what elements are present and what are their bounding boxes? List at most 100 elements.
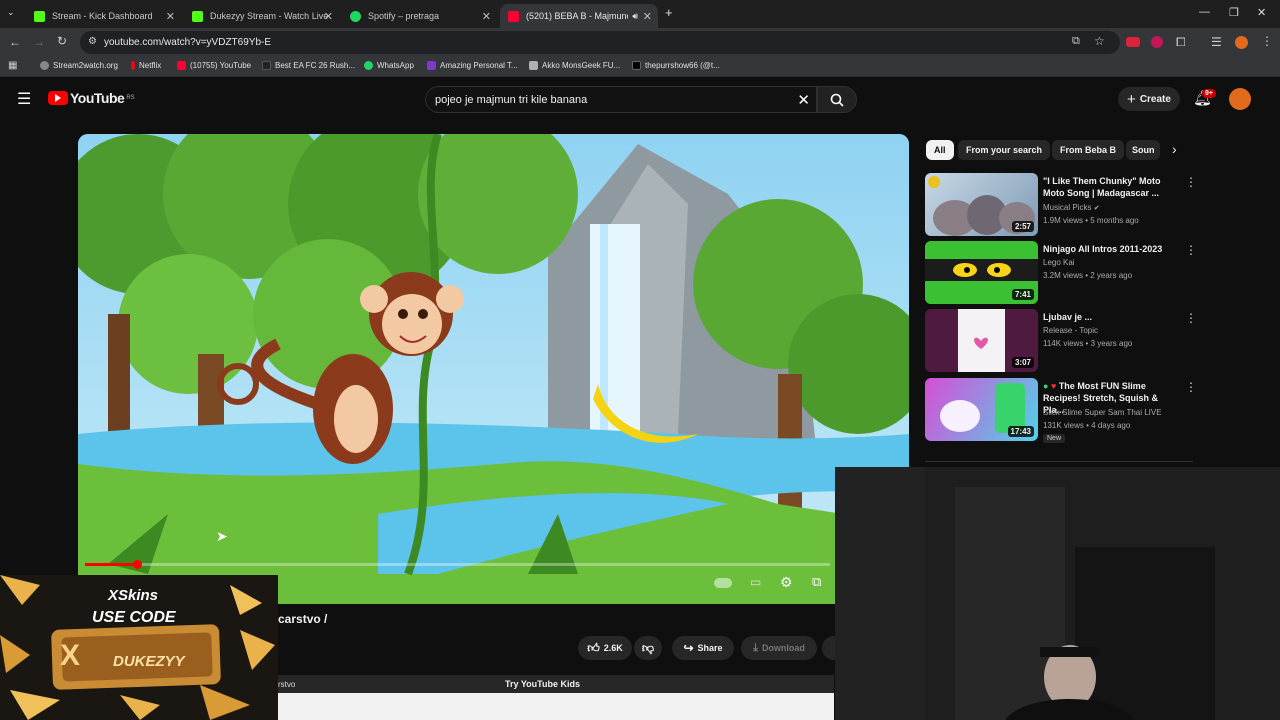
bookmark-item[interactable]: (10755) YouTube	[177, 61, 251, 70]
close-icon[interactable]: ✕	[482, 10, 491, 23]
adblock-icon[interactable]	[1126, 37, 1140, 47]
profile-avatar[interactable]	[1235, 36, 1248, 49]
browser-tab[interactable]: Dukezyy Stream - Watch Live o ✕	[184, 4, 339, 28]
description-box[interactable]: rstvo Try YouTube Kids	[278, 675, 834, 693]
channel-name[interactable]: Slick Slime Super Sam Thai LIVE	[1043, 408, 1162, 417]
video-progress-bar[interactable]	[85, 560, 830, 569]
recommendation-item[interactable]: 17:43 ● ♥ The Most FUN Slime Recipes! St…	[925, 378, 1200, 443]
bookmark-star-icon[interactable]: ☆	[1094, 34, 1105, 48]
new-tab-icon[interactable]: +	[665, 5, 673, 20]
account-avatar[interactable]	[1229, 88, 1251, 110]
tab-title: Dukezyy Stream - Watch Live o	[210, 11, 330, 21]
more-options-icon[interactable]: ⋮	[1185, 311, 1197, 325]
channel-name[interactable]: Release - Topic	[1043, 326, 1098, 335]
bookmark-item[interactable]: Akko MonsGeek FU...	[529, 61, 620, 70]
more-options-icon[interactable]: ⋮	[1185, 380, 1197, 394]
tab-search-icon[interactable]: ⌄	[7, 7, 15, 18]
chip-label: All	[934, 145, 946, 155]
bookmark-label: Netflix	[139, 61, 162, 70]
youtube-logo[interactable]: YouTube RS	[48, 90, 135, 106]
download-button[interactable]: ⤓ Download	[741, 636, 817, 660]
channel-name[interactable]: Lego Kai	[1043, 258, 1075, 267]
forward-icon[interactable]: →	[33, 35, 45, 49]
bookmark-item[interactable]: Stream2watch.org	[40, 61, 118, 70]
download-label: Download	[761, 643, 805, 653]
use-code-text: USE CODE	[92, 609, 176, 626]
bookmark-item[interactable]: Amazing Personal T...	[427, 61, 518, 70]
chevron-right-icon[interactable]: ›	[1172, 141, 1177, 157]
youtube-icon	[508, 10, 519, 22]
reload-icon[interactable]: ↻	[57, 34, 67, 48]
install-icon[interactable]: ⧉	[1072, 35, 1080, 48]
captions-icon[interactable]: ▭	[750, 575, 761, 589]
bookmark-label: Stream2watch.org	[53, 61, 118, 70]
extension-icon[interactable]	[1151, 36, 1163, 48]
channel-name[interactable]: Musical Picks ✔	[1043, 203, 1100, 212]
verified-icon: ✔	[1093, 205, 1100, 212]
duration-badge: 17:43	[1007, 426, 1034, 437]
youtube-kids-link[interactable]: Try YouTube Kids	[505, 679, 580, 689]
minimize-icon[interactable]: —	[1199, 6, 1210, 18]
speaker-icon[interactable]: 🔊︎	[632, 11, 638, 22]
chip-label: Soun	[1132, 145, 1155, 155]
video-title[interactable]: Ninjago All Intros 2011-2023	[1043, 243, 1178, 255]
create-button[interactable]: + Create	[1118, 87, 1180, 111]
recommendation-item[interactable]: 7:41 Ninjago All Intros 2011-2023 Lego K…	[925, 241, 1200, 305]
recommendation-item[interactable]: 2:57 "I Like Them Chunky" Moto Moto Song…	[925, 173, 1200, 237]
browser-tab-active[interactable]: (5201) BEBA B - Majmunce 🔊︎ ✕	[500, 4, 658, 28]
share-label: Share	[697, 643, 723, 653]
settings-gear-icon[interactable]: ⚙	[780, 574, 793, 591]
recommendation-item[interactable]: 3:07 Ljubav je ... Release - Topic 114K …	[925, 309, 1200, 373]
more-options-icon[interactable]: ⋮	[1185, 243, 1197, 257]
miniplayer-icon[interactable]: ⧉	[812, 574, 821, 590]
chip-from-beba-b[interactable]: From Beba B	[1052, 140, 1125, 160]
bookmark-label: Akko MonsGeek FU...	[542, 61, 621, 70]
browser-tab[interactable]: Stream - Kick Dashboard ✕	[26, 4, 181, 28]
browser-tab[interactable]: Spotify – pretraga ✕	[342, 4, 497, 28]
video-thumbnail[interactable]: 3:07	[925, 309, 1038, 372]
more-options-icon[interactable]: ⋮	[1185, 175, 1197, 189]
address-bar[interactable]: ⚙ youtube.com/watch?v=yVDZT69Yb-E ⧉ ☆	[80, 31, 1120, 54]
bookmark-item[interactable]: Netflix	[131, 61, 161, 70]
chrome-menu-icon[interactable]: ⋮	[1261, 34, 1273, 48]
close-icon[interactable]: ✕	[643, 10, 652, 23]
duration-badge: 2:57	[1011, 221, 1034, 232]
chip-all[interactable]: All	[926, 140, 954, 160]
video-title[interactable]: Ljubav je ...	[1043, 311, 1178, 323]
close-icon[interactable]: ✕	[166, 10, 175, 23]
kick-icon	[34, 10, 45, 22]
media-control-icon[interactable]: ☰	[1211, 35, 1222, 49]
video-frame-illustration	[78, 134, 909, 604]
video-thumbnail[interactable]: 2:57	[925, 173, 1038, 236]
more-actions-button[interactable]	[822, 636, 835, 660]
apps-grid-icon[interactable]: ▦	[8, 60, 17, 71]
autoplay-toggle[interactable]	[714, 578, 732, 588]
bookmark-label: WhatsApp	[377, 61, 414, 70]
video-player[interactable]: ▭ ⚙ ⧉	[78, 134, 909, 604]
chip-from-your-search[interactable]: From your search	[958, 140, 1051, 160]
clear-search-icon[interactable]: ✕	[797, 91, 810, 109]
bookmark-label: Amazing Personal T...	[440, 61, 518, 70]
close-icon[interactable]: ✕	[324, 10, 333, 23]
site-info-icon[interactable]: ⚙	[88, 36, 97, 47]
bookmark-item[interactable]: Best EA FC 26 Rush...	[262, 61, 355, 70]
search-button[interactable]	[817, 86, 857, 113]
bookmark-item[interactable]: WhatsApp	[364, 61, 414, 70]
close-window-icon[interactable]: ✕	[1257, 6, 1266, 19]
menu-icon[interactable]: ☰	[17, 89, 31, 109]
bookmark-item[interactable]: thepurrshow66 (@t...	[632, 61, 720, 70]
extensions-puzzle-icon[interactable]: ⧠	[1176, 35, 1186, 50]
restore-icon[interactable]: ❐	[1229, 6, 1239, 19]
like-button[interactable]: 👍︎ 2.6K	[578, 636, 632, 660]
video-title[interactable]: "I Like Them Chunky" Moto Moto Song | Ma…	[1043, 175, 1178, 199]
globe-icon	[40, 61, 49, 70]
search-input[interactable]: pojeo je majmun tri kile banana ✕	[425, 86, 817, 113]
thumbs-down-icon: 👎︎	[641, 640, 655, 655]
share-button[interactable]: ↪ Share	[672, 636, 734, 660]
video-thumbnail[interactable]: 7:41	[925, 241, 1038, 304]
netflix-icon	[131, 61, 135, 70]
chip-sounds[interactable]: Soun	[1126, 140, 1160, 160]
video-thumbnail[interactable]: 17:43	[925, 378, 1038, 441]
back-icon[interactable]: ←	[9, 35, 21, 49]
dislike-button[interactable]: 👎︎	[634, 636, 662, 660]
